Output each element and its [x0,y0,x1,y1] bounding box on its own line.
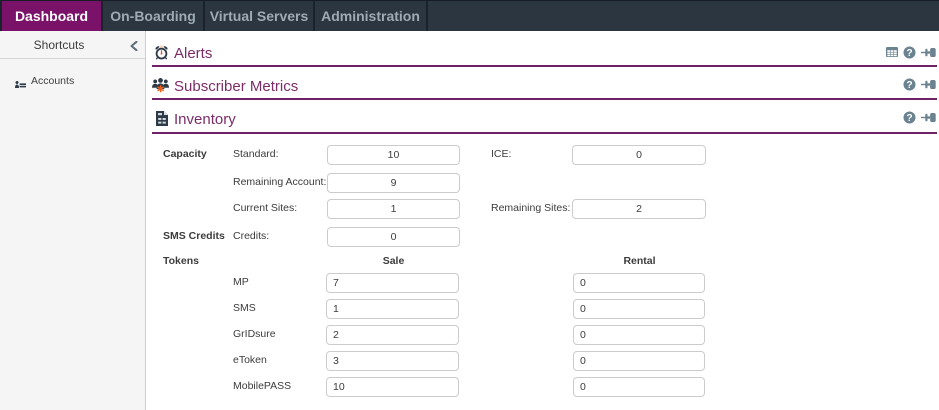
svg-text:?: ? [906,48,912,59]
svg-text:?: ? [906,80,912,91]
svg-text:?: ? [906,113,912,124]
